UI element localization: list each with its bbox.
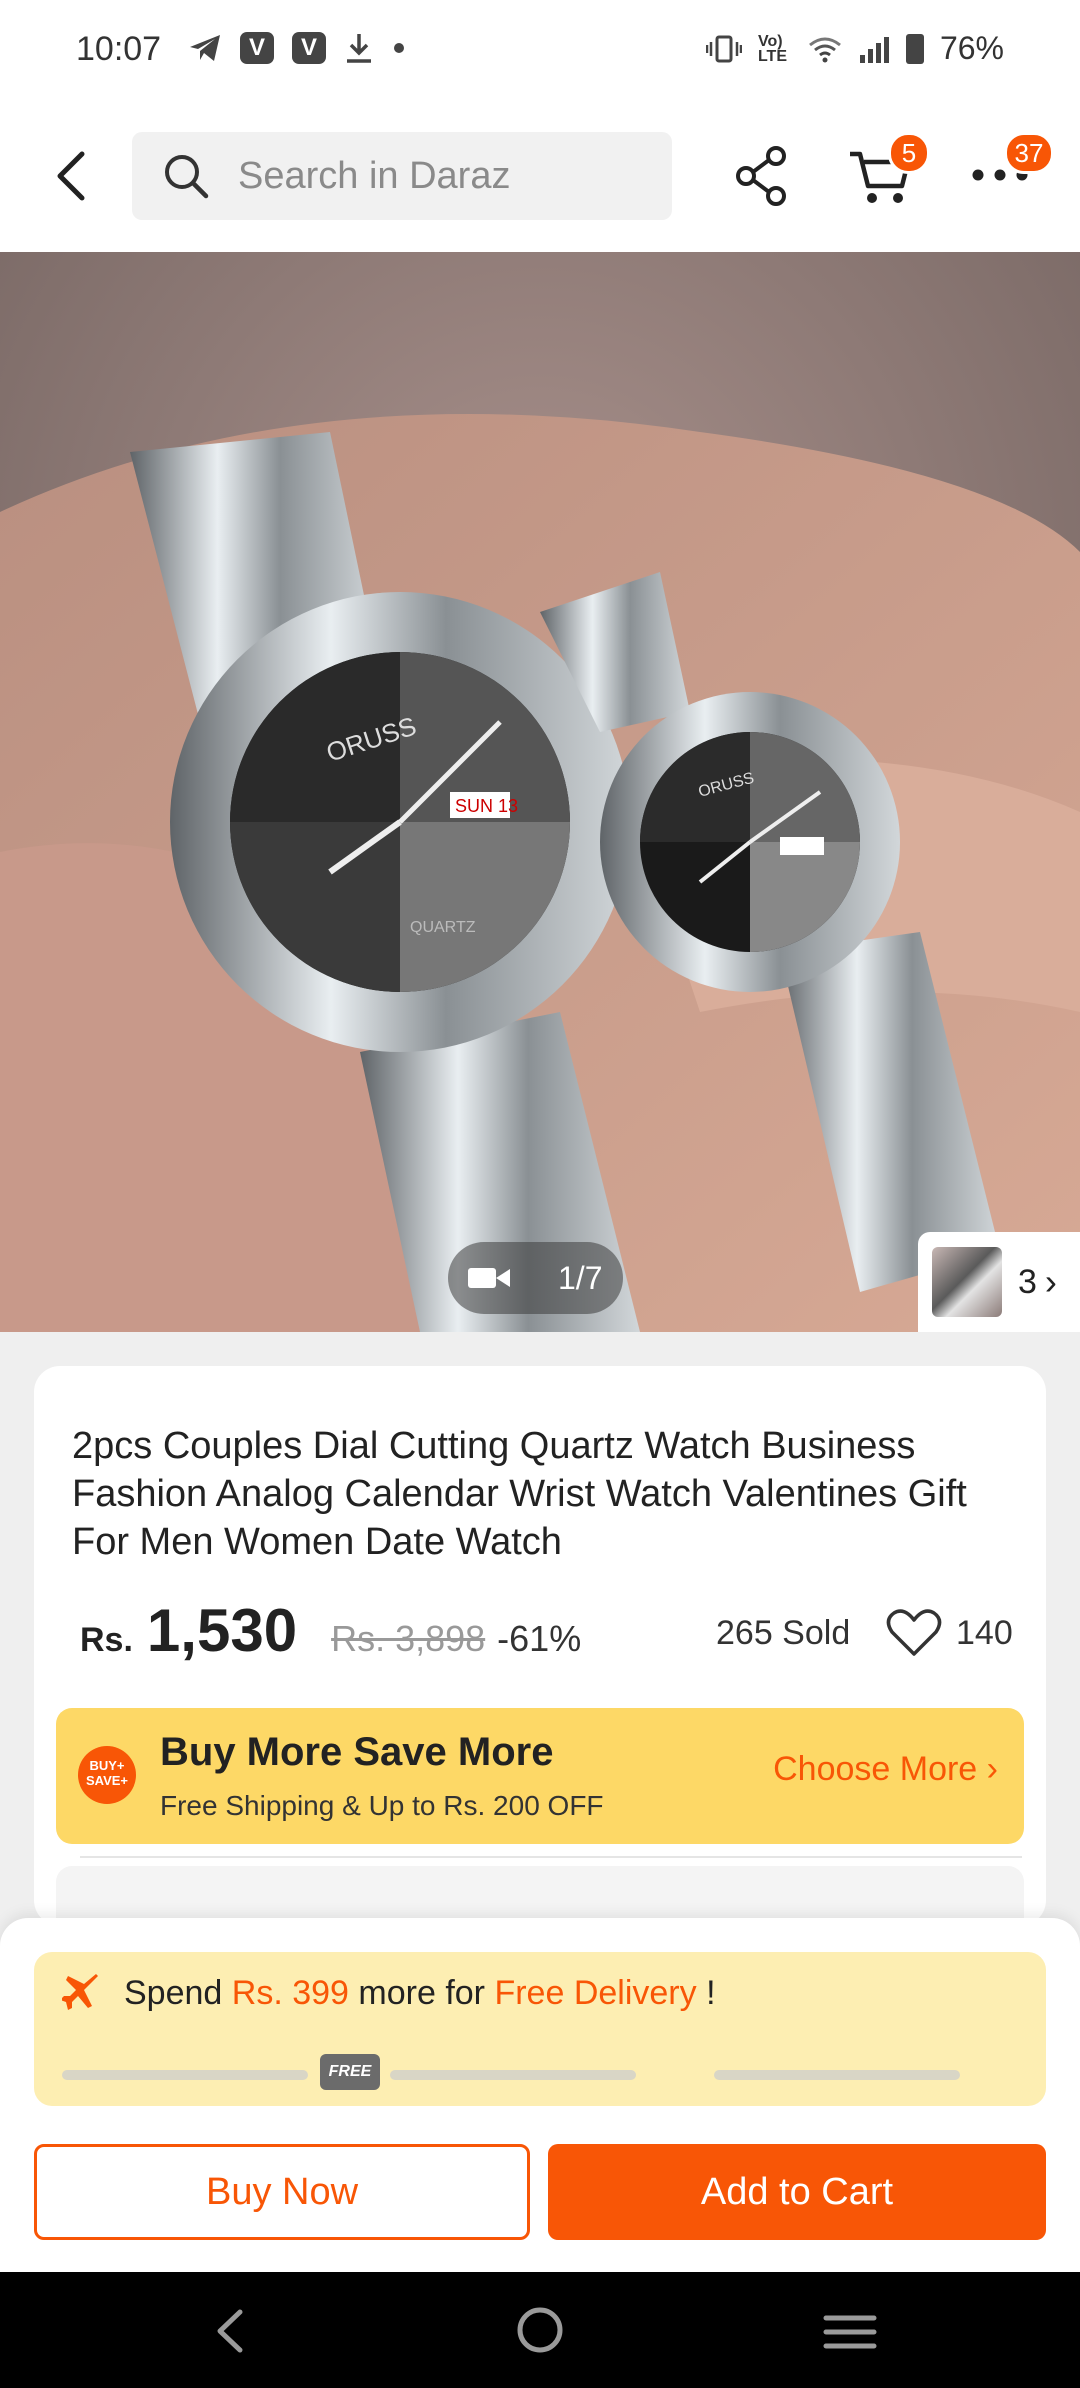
top-nav: 5 37	[0, 100, 1080, 252]
delivery-message: Spend Rs. 399 more for Free Delivery !	[124, 1974, 716, 2013]
battery-icon	[905, 33, 924, 64]
status-bar: 10:07 V V Vo) LTE 76%	[0, 0, 1080, 100]
divider	[80, 1856, 1022, 1858]
free-delivery-progress: Spend Rs. 399 more for Free Delivery ! F…	[34, 1952, 1046, 2106]
chevron-right-icon: ›	[986, 1750, 998, 1788]
battery-percent: 76%	[939, 30, 1004, 66]
price-value: 1,530	[146, 1597, 298, 1664]
buy-now-button[interactable]: Buy Now	[34, 2144, 530, 2240]
gallery-pager[interactable]: 1/7	[448, 1242, 623, 1314]
buy-save-badge-icon: BUY+ SAVE+	[78, 1746, 136, 1804]
system-recents-icon[interactable]	[822, 2312, 878, 2352]
progress-track	[390, 2070, 636, 2080]
next-section-peek	[56, 1866, 1024, 1926]
telegram-icon	[190, 35, 220, 61]
delivery-suffix: !	[706, 1974, 716, 2012]
system-back-icon[interactable]	[210, 2306, 250, 2356]
buy-more-save-more-banner[interactable]: BUY+ SAVE+ Buy More Save More Free Shipp…	[56, 1708, 1024, 1844]
messages-count-badge: 37	[1004, 132, 1054, 174]
sold-count: 265 Sold	[716, 1614, 851, 1652]
dot-icon	[394, 43, 404, 53]
price-row: Rs. 1,530 Rs. 3,898 -61%	[80, 1596, 581, 1665]
product-info-card: 2pcs Couples Dial Cutting Quartz Watch B…	[34, 1366, 1046, 1926]
download-icon	[347, 34, 371, 63]
app-v-icon: V	[240, 32, 274, 64]
volte-label: Vo) LTE	[757, 32, 787, 65]
delivery-amount: Rs. 399	[231, 1974, 349, 2012]
video-icon[interactable]	[466, 1264, 512, 1292]
system-nav-bar	[0, 2272, 1080, 2388]
app-v-icon: V	[292, 32, 326, 64]
svg-text:SUN 13: SUN 13	[455, 796, 518, 816]
free-delivery-tag-icon: FREE	[320, 2054, 380, 2090]
progress-track	[62, 2070, 308, 2080]
search-bar[interactable]	[132, 132, 672, 220]
gallery-counter: 1/7	[558, 1259, 603, 1296]
price-currency: Rs.	[80, 1621, 133, 1659]
product-title: 2pcs Couples Dial Cutting Quartz Watch B…	[72, 1425, 967, 1563]
delivery-prefix: Spend	[124, 1974, 223, 2012]
delivery-highlight: Free Delivery	[494, 1974, 697, 2012]
original-price: Rs. 3,898	[331, 1618, 486, 1659]
signal-icon	[859, 36, 889, 63]
search-input[interactable]	[238, 150, 648, 202]
chevron-right-icon: ›	[1044, 1261, 1057, 1302]
discount-percent: -61%	[497, 1618, 582, 1659]
variant-count: 3	[1018, 1262, 1037, 1301]
progress-track	[714, 2070, 960, 2080]
share-icon[interactable]	[732, 144, 792, 208]
vibrate-icon	[705, 35, 742, 62]
promo-subtitle: Free Shipping & Up to Rs. 200 OFF	[160, 1790, 604, 1821]
airplane-icon	[62, 1974, 98, 2010]
svg-text:QUARTZ: QUARTZ	[410, 919, 476, 936]
system-home-icon[interactable]	[516, 2306, 564, 2354]
system-status: Vo) LTE 76%	[705, 30, 1004, 67]
cart-count-badge: 5	[888, 132, 930, 174]
status-time: 10:07	[76, 30, 162, 68]
wifi-icon	[809, 37, 841, 62]
product-image-gallery[interactable]: ORUSS SUN 13 QUARTZ ORUSS	[0, 252, 1080, 1332]
variant-thumbnail	[932, 1247, 1002, 1317]
add-to-cart-button[interactable]: Add to Cart	[548, 2144, 1046, 2240]
choose-more-label: Choose More	[773, 1750, 978, 1788]
heart-icon[interactable]	[886, 1608, 942, 1658]
back-arrow-icon[interactable]	[50, 146, 94, 206]
notification-icons: V V	[188, 32, 406, 64]
choose-more-link[interactable]: Choose More ›	[773, 1750, 998, 1789]
bottom-action-sheet: Spend Rs. 399 more for Free Delivery ! F…	[0, 1918, 1080, 2272]
wishlist-count: 140	[956, 1614, 1013, 1652]
product-photo: ORUSS SUN 13 QUARTZ ORUSS	[0, 252, 1080, 1332]
promo-title: Buy More Save More	[160, 1730, 554, 1774]
variant-selector[interactable]: 3 ›	[918, 1232, 1080, 1332]
search-icon	[165, 155, 209, 199]
delivery-middle: more for	[358, 1974, 486, 2012]
